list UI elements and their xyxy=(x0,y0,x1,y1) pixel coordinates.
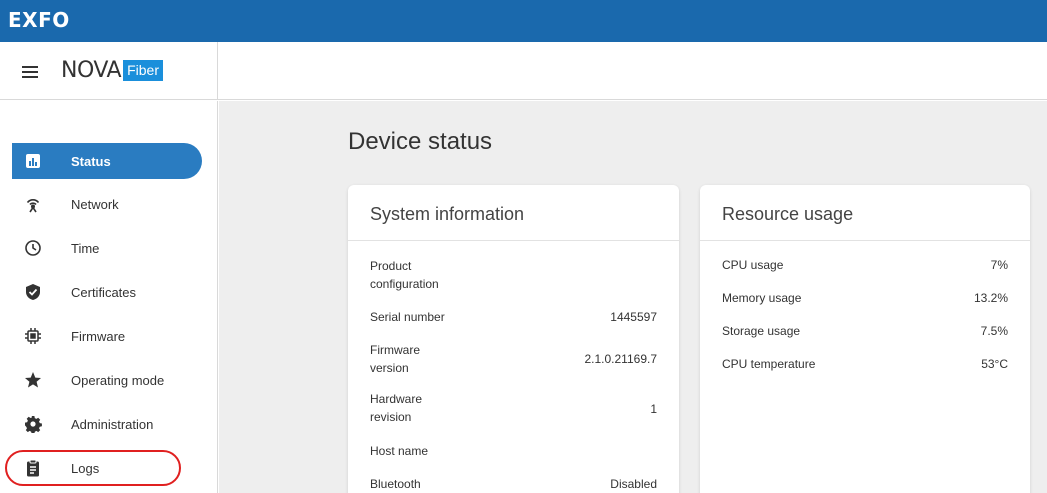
header-divider xyxy=(217,42,218,100)
resource-label: Storage usage xyxy=(722,324,801,338)
sidebar-item-label: Status xyxy=(71,153,111,169)
info-label: Hardware revision xyxy=(370,392,423,424)
system-information-card: System information Product configuration… xyxy=(348,185,679,493)
hamburger-menu-icon[interactable] xyxy=(22,66,38,78)
resource-label: CPU temperature xyxy=(722,357,816,371)
logo-fiber-badge: Fiber xyxy=(123,59,163,81)
sidebar-item-label: Time xyxy=(71,240,100,256)
sidebar-item-label: Operating mode xyxy=(71,372,165,388)
sidebar-item-label: Firmware xyxy=(71,328,126,344)
sidebar-item-time[interactable]: Time xyxy=(12,230,202,266)
sidebar-item-status[interactable]: Status xyxy=(12,143,202,179)
info-label: Serial number xyxy=(370,310,445,324)
antenna-icon xyxy=(24,195,42,213)
sidebar-item-label: Certificates xyxy=(71,284,137,300)
sidebar-item-administration[interactable]: Administration xyxy=(12,406,202,442)
info-label: Bluetooth xyxy=(370,477,421,491)
bar-chart-icon xyxy=(24,152,42,170)
info-label: Firmware version xyxy=(370,343,420,375)
resource-value: 53°C xyxy=(981,357,1008,371)
gear-icon xyxy=(24,415,42,433)
resource-value: 13.2% xyxy=(973,291,1008,305)
info-label: Host name xyxy=(370,444,429,458)
card-title: System information xyxy=(370,204,525,224)
star-icon xyxy=(24,371,42,389)
info-value: 1445597 xyxy=(610,310,657,324)
sidebar-item-label: Logs xyxy=(71,460,100,476)
nova-fiber-logo: NOVA Fiber xyxy=(61,57,163,83)
top-brand-bar: EXFO xyxy=(0,0,1047,42)
sidebar-item-label: Network xyxy=(71,196,119,212)
resource-label: Memory usage xyxy=(722,291,802,305)
info-label: Product configuration xyxy=(370,259,439,291)
sidebar-item-logs[interactable]: Logs xyxy=(12,450,202,486)
sidebar-item-operating-mode[interactable]: Operating mode xyxy=(12,362,202,398)
chip-icon xyxy=(24,327,42,345)
resource-label: CPU usage xyxy=(722,258,784,272)
sidebar-item-firmware[interactable]: Firmware xyxy=(12,318,202,354)
resource-value: 7% xyxy=(990,258,1008,272)
info-value: Disabled xyxy=(610,477,657,491)
resource-value: 7.5% xyxy=(980,324,1008,338)
sidebar-item-certificates[interactable]: Certificates xyxy=(12,274,202,310)
clock-icon xyxy=(24,239,42,257)
card-divider xyxy=(700,240,1030,241)
clipboard-icon xyxy=(24,459,42,477)
card-divider xyxy=(348,240,679,241)
card-title: Resource usage xyxy=(722,204,854,224)
info-value: 1 xyxy=(650,402,657,416)
shield-check-icon xyxy=(24,283,42,301)
info-value: 2.1.0.21169.7 xyxy=(584,352,657,366)
resource-usage-card: Resource usage CPU usage 7% Memory usage… xyxy=(700,185,1030,493)
sidebar-item-network[interactable]: Network xyxy=(12,186,202,222)
exfo-logo: EXFO xyxy=(8,8,70,32)
sidebar-item-label: Administration xyxy=(71,416,154,432)
page-title: Device status xyxy=(348,128,493,155)
logo-nova-text: NOVA xyxy=(61,57,122,83)
app-header: NOVA Fiber xyxy=(0,42,1047,100)
